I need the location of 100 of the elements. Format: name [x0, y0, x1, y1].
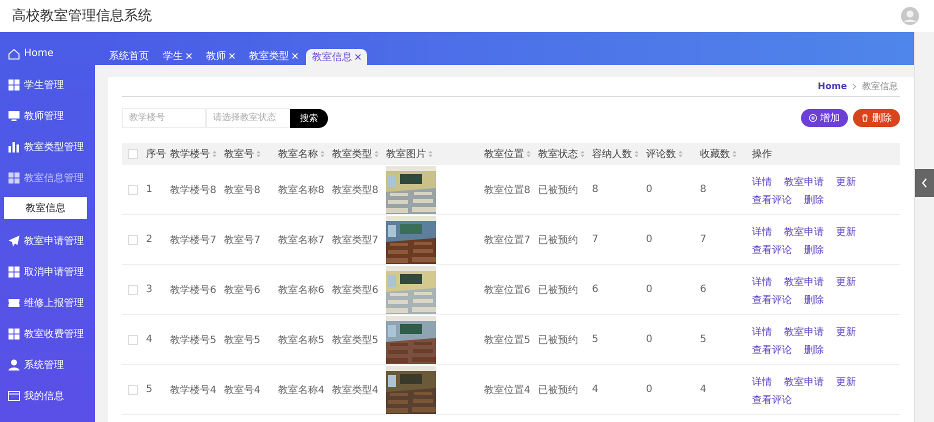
delete-button[interactable]: 删除 — [853, 109, 900, 127]
table-cell-text: 5 — [592, 334, 600, 345]
row-action-link[interactable]: 查看评论 — [752, 392, 792, 406]
row-action-link[interactable]: 删除 — [804, 292, 824, 306]
table-cell-text: 教室号8 — [224, 184, 262, 196]
plane-icon — [8, 234, 20, 246]
tab[interactable]: 教师 — [200, 47, 241, 65]
row-action-link[interactable]: 查看评论 — [752, 242, 792, 256]
column-header: 教学楼号 — [170, 147, 224, 161]
tab[interactable]: 学生 — [157, 47, 198, 65]
table-cell-text: 教室位置6 — [484, 284, 532, 296]
sort-icon[interactable] — [320, 150, 325, 158]
sort-icon[interactable] — [580, 150, 585, 158]
row-action-link[interactable]: 删除 — [804, 192, 824, 206]
column-header: 教室状态 — [538, 147, 592, 161]
checkbox[interactable] — [128, 184, 138, 194]
side-panel-toggle[interactable] — [915, 169, 934, 197]
chevron-icon — [852, 83, 857, 90]
window-icon — [8, 390, 20, 402]
row-action-link[interactable]: 详情 — [752, 224, 772, 238]
avatar-icon[interactable] — [900, 6, 920, 26]
row-action-link[interactable]: 更新 — [836, 224, 856, 238]
table-cell-text: 4 — [146, 334, 154, 345]
sort-icon[interactable] — [526, 150, 531, 158]
row-action-link[interactable]: 更新 — [836, 274, 856, 288]
table-cell-text: 3 — [146, 284, 154, 295]
submenu-item[interactable]: 教室信息 — [4, 197, 87, 219]
checkbox[interactable] — [128, 334, 138, 344]
sidebar-item[interactable]: 学生管理 — [0, 69, 95, 100]
sidebar-item[interactable]: 教室申请管理 — [0, 225, 95, 256]
sidebar-item[interactable]: 教室类型管理 — [0, 131, 95, 162]
table-cell-text: 0 — [646, 384, 654, 395]
building-field[interactable]: 教学楼号 — [122, 108, 206, 128]
sort-icon[interactable] — [732, 150, 737, 158]
row-action-link[interactable]: 更新 — [836, 324, 856, 338]
row-action-link[interactable]: 删除 — [804, 242, 824, 256]
row-action-link[interactable]: 详情 — [752, 274, 772, 288]
table-cell-text: 已被预约 — [538, 384, 579, 396]
tab[interactable]: 教室信息 — [306, 49, 367, 65]
column-header: 教室位置 — [484, 147, 538, 161]
table-cell-text: 教室号5 — [224, 334, 262, 346]
column-header: 操作 — [752, 148, 773, 161]
row-action-link[interactable]: 查看评论 — [752, 292, 792, 306]
table-cell-text: 0 — [646, 234, 654, 245]
chevron-left-icon — [921, 178, 928, 188]
table-cell-text: 教学楼号7 — [170, 234, 218, 246]
sort-icon[interactable] — [634, 150, 639, 158]
table-cell-text: 教学楼号6 — [170, 284, 218, 296]
table-cell-text: 教室名称6 — [278, 284, 326, 296]
sort-icon[interactable] — [256, 150, 261, 158]
row-action-link[interactable]: 详情 — [752, 374, 772, 388]
row-action-link[interactable]: 教室申请 — [784, 224, 824, 238]
sidebar-item[interactable]: 取消申请管理 — [0, 256, 95, 287]
row-action-link[interactable]: 教室申请 — [784, 274, 824, 288]
row-action-link[interactable]: 教室申请 — [784, 324, 824, 338]
sidebar-item[interactable]: 系统管理 — [0, 349, 95, 380]
row-action-link[interactable]: 详情 — [752, 324, 772, 338]
sort-icon[interactable] — [678, 150, 683, 158]
table-cell-text: 教室号7 — [224, 234, 262, 246]
grid-icon — [8, 266, 20, 278]
row-action-link[interactable]: 查看评论 — [752, 192, 792, 206]
sort-icon[interactable] — [428, 150, 433, 158]
table-cell-text: 0 — [646, 334, 654, 345]
checkbox[interactable] — [128, 284, 138, 294]
sidebar-item[interactable]: 教室收费管理 — [0, 318, 95, 349]
tab[interactable]: 教室类型 — [243, 47, 304, 65]
table-cell-text: 教室类型5 — [332, 334, 380, 346]
person-icon — [8, 358, 20, 370]
checkbox[interactable] — [128, 149, 138, 159]
breadcrumb-item[interactable]: Home — [818, 82, 847, 92]
table-cell-text: 教室名称4 — [278, 384, 326, 396]
column-header: 教室名称 — [278, 147, 332, 161]
column-header: 容纳人数 — [592, 147, 646, 161]
checkbox[interactable] — [128, 384, 138, 394]
row-action-link[interactable]: 更新 — [836, 374, 856, 388]
table-cell-text: 8 — [700, 184, 708, 195]
close-icon[interactable] — [355, 54, 361, 60]
row-action-link[interactable]: 详情 — [752, 174, 772, 188]
sort-icon[interactable] — [374, 150, 379, 158]
table-cell-text: 8 — [592, 184, 600, 195]
sidebar-item[interactable]: 教师管理 — [0, 100, 95, 131]
sort-icon[interactable] — [212, 150, 217, 158]
sidebar-item[interactable]: 我的信息 — [0, 380, 95, 411]
search-button[interactable]: 搜索 — [290, 108, 328, 128]
table-cell-text: 已被预约 — [538, 234, 579, 246]
row-action-link[interactable]: 教室申请 — [784, 174, 824, 188]
sidebar-item[interactable]: 维修上报管理 — [0, 287, 95, 318]
tab[interactable]: 系统首页 — [103, 47, 155, 65]
scrollbar[interactable] — [914, 32, 934, 422]
table-cell-text: 已被预约 — [538, 334, 579, 346]
table-cell-text: 0 — [646, 284, 654, 295]
checkbox[interactable] — [128, 234, 138, 244]
row-action-link[interactable]: 教室申请 — [784, 374, 824, 388]
status-select[interactable]: 请选择教室状态 — [206, 108, 290, 128]
row-action-link[interactable]: 更新 — [836, 174, 856, 188]
row-action-link[interactable]: 删除 — [804, 342, 824, 356]
row-action-link[interactable]: 查看评论 — [752, 342, 792, 356]
add-button[interactable]: 增加 — [801, 109, 848, 127]
table-cell-text: 1 — [146, 184, 154, 195]
sidebar-item[interactable]: Home — [0, 38, 95, 69]
